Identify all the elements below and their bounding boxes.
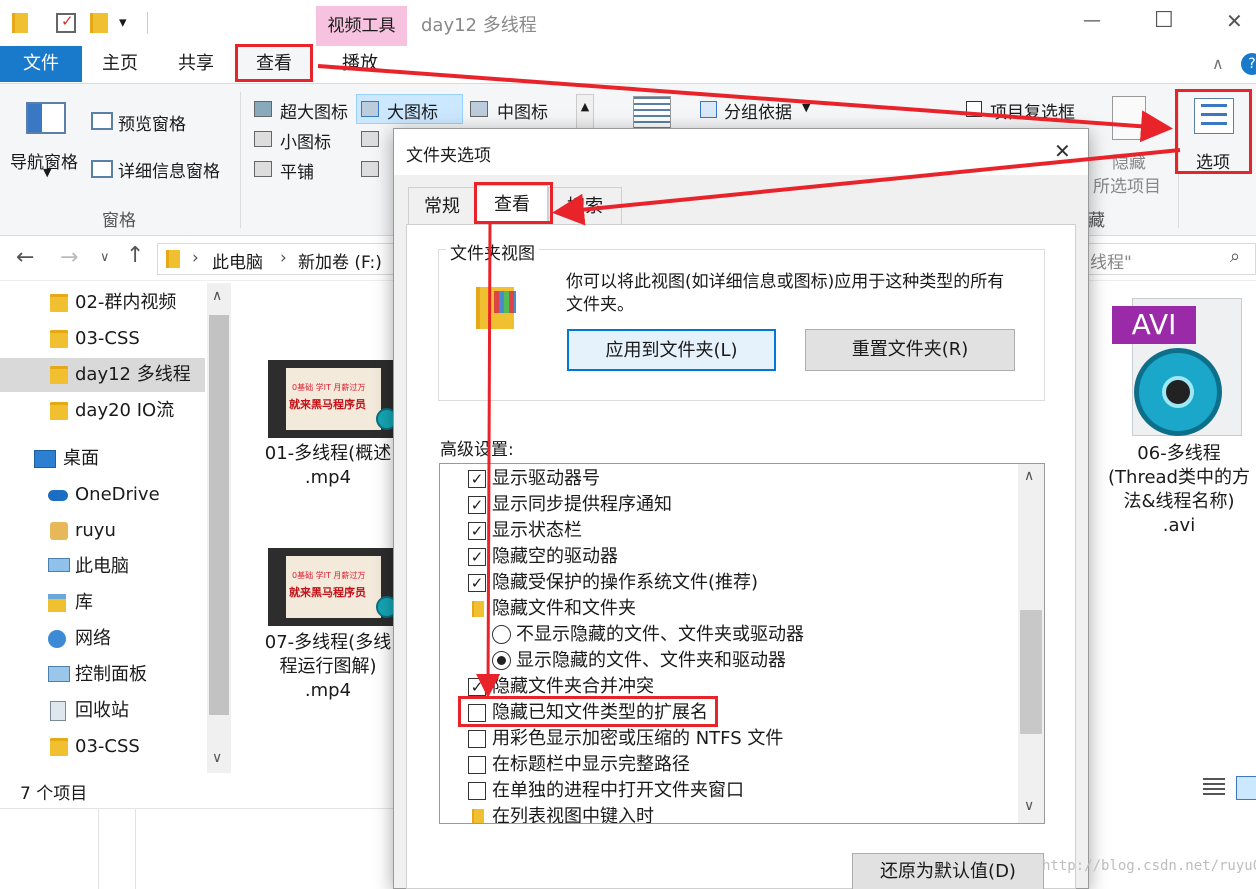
annotation-arrow (476, 221, 501, 698)
watermark: http://blog.csdn.net/ruyu00 (1042, 858, 1256, 874)
annotation-arrow (552, 148, 1181, 226)
annotation-arrows (317, 64, 1181, 698)
annotation-arrow (317, 64, 1173, 143)
